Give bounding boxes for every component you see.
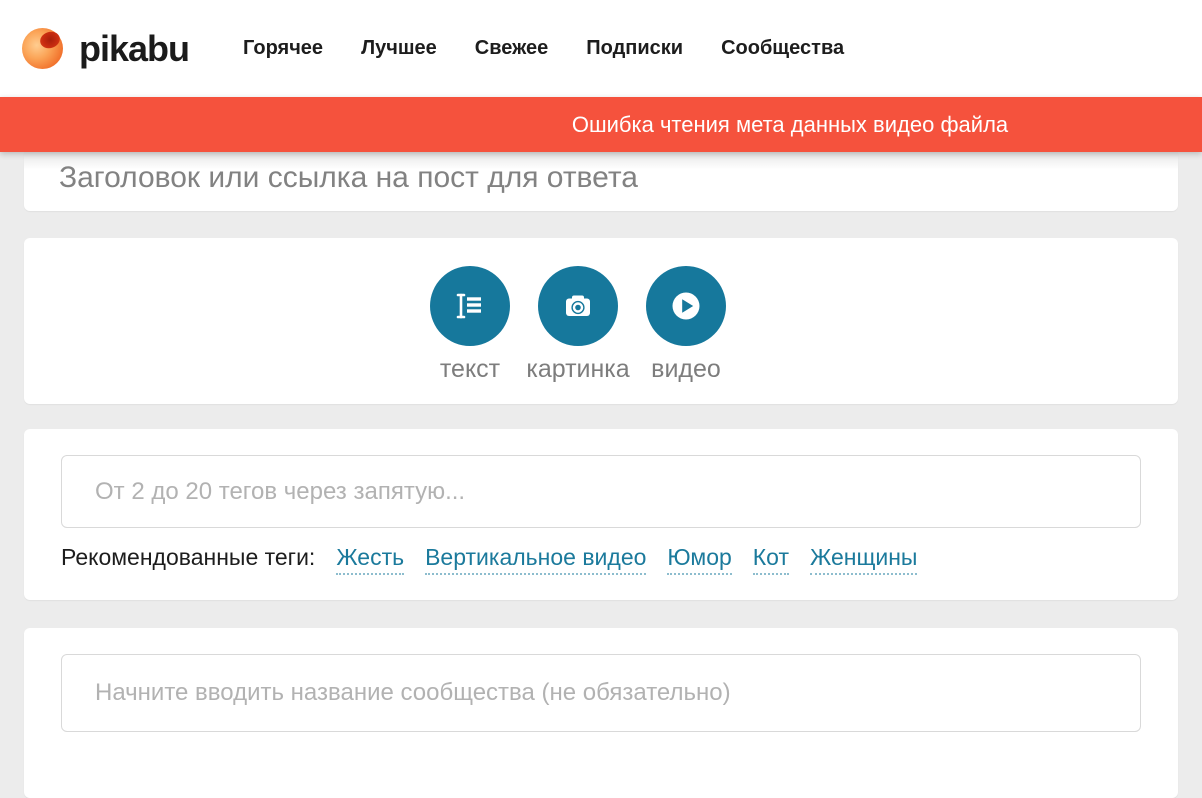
nav-item-communities[interactable]: Сообщества: [721, 37, 844, 60]
recommended-tags-row: Рекомендованные теги: Жесть Вертикальное…: [61, 544, 1141, 575]
text-block-icon: [450, 286, 490, 326]
add-image-button[interactable]: [538, 266, 618, 346]
add-text-label: текст: [439, 355, 501, 383]
error-toast: Ошибка чтения мета данных видео файла: [0, 97, 1202, 152]
recommended-tag[interactable]: Кот: [752, 544, 789, 575]
post-title-card: [24, 152, 1178, 211]
add-image-label: картинка: [526, 355, 630, 383]
add-image-block: картинка: [526, 266, 630, 384]
add-video-button[interactable]: [646, 266, 726, 346]
recommended-tag[interactable]: Женщины: [810, 544, 918, 575]
community-input[interactable]: [61, 654, 1141, 732]
site-header: pikabu Горячее Лучшее Свежее Подписки Со…: [0, 0, 1202, 97]
error-toast-message: Ошибка чтения мета данных видео файла: [571, 111, 1009, 137]
recommended-tag[interactable]: Юмор: [667, 544, 732, 575]
recommended-tag[interactable]: Жесть: [336, 544, 405, 575]
add-text-block: текст: [430, 266, 510, 384]
content-type-card: текст картинка видео: [24, 238, 1178, 404]
add-text-button[interactable]: [430, 266, 510, 346]
nav-item-best[interactable]: Лучшее: [361, 37, 437, 60]
pikabu-logo[interactable]: pikabu: [22, 27, 190, 70]
tags-card: Рекомендованные теги: Жесть Вертикальное…: [24, 429, 1178, 600]
nav-item-fresh[interactable]: Свежее: [475, 37, 549, 60]
camera-icon: [558, 286, 598, 326]
post-editor: текст картинка: [0, 152, 1202, 798]
recommended-tag[interactable]: Вертикальное видео: [425, 544, 647, 575]
play-icon: [666, 286, 706, 326]
pikabu-wordmark: pikabu: [79, 27, 190, 69]
main-nav: Горячее Лучшее Свежее Подписки Сообществ…: [243, 37, 844, 60]
recommended-tags-label: Рекомендованные теги:: [61, 544, 316, 570]
nav-item-hot[interactable]: Горячее: [243, 37, 323, 60]
post-title-input[interactable]: [59, 153, 1143, 202]
add-video-label: видео: [651, 355, 721, 383]
community-card: [24, 628, 1178, 798]
nav-item-subscriptions[interactable]: Подписки: [586, 37, 683, 60]
pikabu-logo-icon: [22, 28, 63, 69]
content-type-buttons: текст картинка видео: [430, 266, 726, 384]
tags-input[interactable]: [61, 455, 1141, 528]
add-video-block: видео: [646, 266, 726, 384]
